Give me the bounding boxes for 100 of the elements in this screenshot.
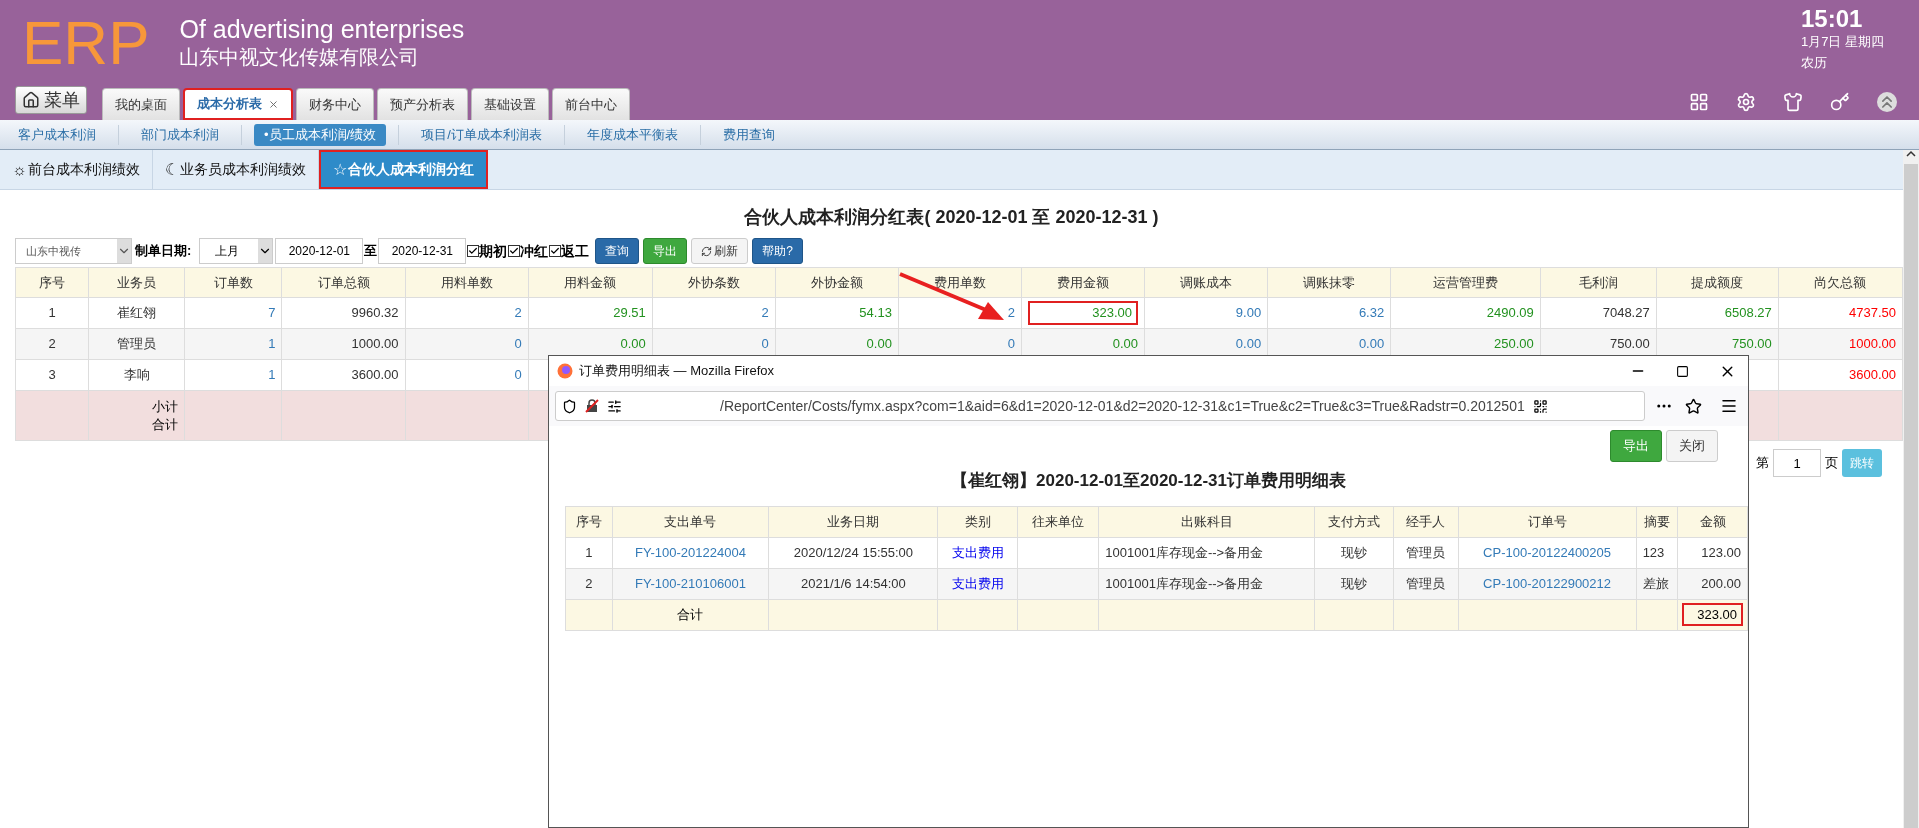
nav-item[interactable]: 部门成本利润 [131, 123, 229, 146]
url-text: /ReportCenter/Costs/fymx.aspx?com=1&aid=6&d1=2020-12-01&d2=2020-12-31&c1=True&c2=True&c3=True&Radstr=0.2012501 [720, 396, 1525, 416]
table-cell: 1001001库存现金-->备用金 [1098, 537, 1315, 568]
table-link[interactable]: CP-100-20122400205 [1458, 537, 1637, 568]
table-cell: 3600.00 [1778, 359, 1903, 391]
nav-item[interactable]: 年度成本平衡表 [576, 123, 688, 146]
nav-item[interactable]: •员工成本利润/绩效 [254, 123, 387, 146]
table-cell: 2 [652, 297, 776, 329]
total-label: 合计 [676, 605, 705, 624]
table-link[interactable]: 支出费用 [937, 568, 1018, 599]
tab[interactable]: 我的桌面 [102, 88, 180, 120]
nav-item[interactable]: 客户成本利润 [8, 123, 106, 146]
menu-button[interactable]: 菜单 [15, 86, 87, 114]
column-header: 用料单数 [405, 267, 529, 298]
scroll-up-icon[interactable] [1906, 150, 1916, 158]
dropdown-icon [117, 239, 131, 263]
logo: ERP [22, 8, 150, 78]
table-cell: 1000.00 [282, 328, 406, 360]
subtotal-label: 合计 [151, 415, 178, 434]
table-cell: 200.00 [1677, 568, 1748, 599]
table-cell: 差旅 [1636, 568, 1678, 599]
column-header: 外协条数 [652, 267, 776, 298]
toolbar-button[interactable]: 刷新 [691, 238, 749, 264]
tab[interactable]: 财务中心 [296, 88, 374, 120]
settings-icon[interactable] [1736, 92, 1756, 112]
qr-code-icon[interactable] [1532, 398, 1548, 414]
clock-date: 1月7日 星期四 [1801, 33, 1886, 51]
shield-icon[interactable] [562, 398, 577, 414]
table-cell: 管理员 [1393, 568, 1458, 599]
tab[interactable]: 预产分析表 [377, 88, 468, 120]
column-header: 运营管理费 [1390, 267, 1541, 298]
nav-item[interactable]: 费用查询 [712, 123, 785, 146]
column-header: 支付方式 [1314, 506, 1394, 537]
date-label: 制单日期: [135, 242, 192, 261]
collapse-icon[interactable] [1877, 92, 1897, 112]
toolbar-button[interactable]: 查询 [595, 238, 640, 264]
table-cell: 李响 [88, 359, 185, 391]
clock-time: 15:01 [1801, 6, 1864, 32]
company-name: 山东中视文化传媒有限公司 [179, 45, 421, 70]
refresh-icon [701, 245, 713, 257]
subtab-icon: ☾ [164, 157, 179, 182]
table-cell: 4737.50 [1778, 297, 1903, 329]
end-date-field[interactable]: 2020-12-31 [378, 238, 467, 264]
table-cell: 54.13 [775, 297, 899, 329]
page-field[interactable]: 1 [1773, 449, 1821, 477]
column-header: 业务日期 [768, 506, 938, 537]
bookmark-icon[interactable] [1685, 397, 1702, 415]
table-cell: 崔红翎 [88, 297, 185, 329]
table-cell: 2 [565, 568, 613, 599]
shirt-icon[interactable] [1783, 92, 1803, 112]
pager-label: 第 [1756, 454, 1769, 473]
column-header: 支出单号 [612, 506, 769, 537]
tab[interactable]: 成本分析表 [183, 88, 293, 120]
toolbar-button[interactable]: 帮助? [752, 238, 804, 264]
start-date-field[interactable]: 2020-12-01 [275, 238, 364, 264]
table-link[interactable]: 支出费用 [937, 537, 1018, 568]
table-cell: 2 [405, 297, 529, 329]
menu-icon[interactable] [1720, 397, 1738, 415]
subtab[interactable]: ☆合伙人成本利润分红 [318, 150, 488, 189]
column-header: 调账成本 [1144, 267, 1268, 298]
column-header: 序号 [15, 267, 89, 298]
crossed-lock-icon[interactable] [585, 399, 599, 413]
column-header: 用料金额 [528, 267, 653, 298]
table-cell: 1000.00 [1778, 328, 1903, 360]
key-icon[interactable] [1830, 92, 1850, 112]
subtab-icon: ☼ [12, 157, 27, 182]
table-cell: 0 [405, 359, 529, 391]
column-header: 往来单位 [1017, 506, 1099, 537]
column-header: 金额 [1677, 506, 1748, 537]
table-cell: 0 [405, 328, 529, 360]
table-cell: 323.00 [1027, 301, 1139, 325]
tab[interactable]: 前台中心 [552, 88, 630, 120]
table-link[interactable]: CP-100-20122900212 [1458, 568, 1637, 599]
table-link[interactable]: FY-100-201224004 [612, 537, 769, 568]
table-cell: 1 [15, 297, 89, 329]
column-header: 出账科目 [1098, 506, 1315, 537]
table-cell: 管理员 [88, 328, 185, 360]
table-link[interactable]: FY-100-210106001 [612, 568, 769, 599]
subtotal-label: 小计 [151, 397, 178, 416]
period-select[interactable]: 上月 [199, 238, 274, 264]
permissions-icon[interactable] [607, 398, 622, 414]
checkbox[interactable] [549, 245, 562, 257]
checkbox-label: 返工 [561, 241, 590, 261]
dropdown-icon [258, 239, 273, 263]
popup-button[interactable]: 关闭 [1666, 430, 1718, 462]
subtab-icon: ☆ [332, 157, 347, 182]
checkbox[interactable] [467, 245, 480, 257]
checkbox-label: 冲红 [520, 241, 549, 261]
table-cell: 9.00 [1144, 297, 1268, 329]
table-cell: 6.32 [1267, 297, 1391, 329]
company-select[interactable]: 山东中视传 [15, 238, 132, 264]
checkbox[interactable] [508, 245, 521, 257]
nav-item[interactable]: 项目/订单成本利润表 [411, 123, 552, 146]
tab[interactable]: 基础设置 [471, 88, 549, 120]
maximize-icon[interactable] [1676, 364, 1689, 378]
home-icon [22, 91, 40, 109]
subtab[interactable]: ☼前台成本利润绩效 [0, 150, 153, 189]
lunar-label: 农历 [1801, 54, 1828, 72]
table-cell: 1001001库存现金-->备用金 [1098, 568, 1315, 599]
subtab[interactable]: ☾业务员成本利润绩效 [152, 150, 319, 189]
